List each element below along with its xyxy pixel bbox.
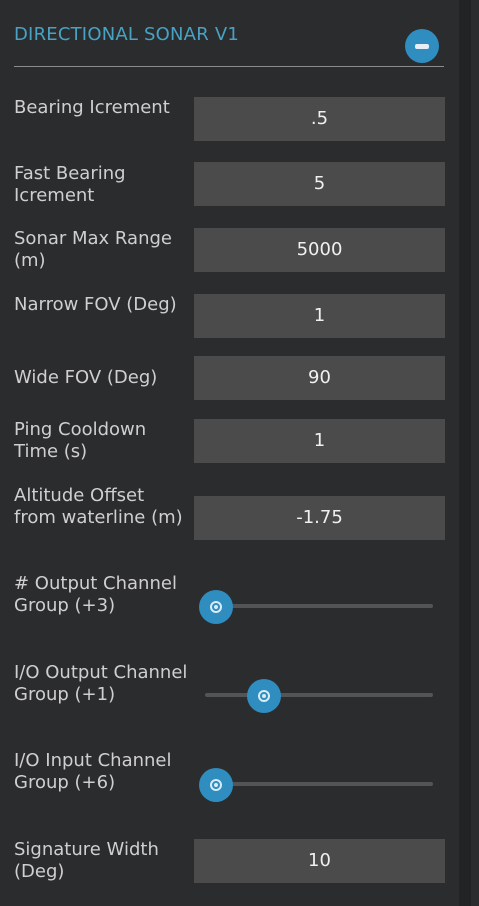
fast-bearing-increment-input[interactable]: 5 [194,162,445,206]
target-icon [210,779,222,791]
io-output-channel-group-slider[interactable] [194,673,445,717]
panel-title: DIRECTIONAL SONAR V1 [14,24,239,45]
narrow-fov-input[interactable]: 1 [194,294,445,338]
slider-label: I/O Input Channel Group (+6) [14,750,172,793]
sonar-settings-panel: DIRECTIONAL SONAR V1 Bearing Icrement .5… [0,0,479,906]
slider-track[interactable] [205,782,433,786]
scrollbar[interactable] [459,0,471,906]
field-label: Bearing Icrement [14,97,170,118]
slider-handle[interactable] [199,768,233,802]
bearing-increment-input[interactable]: .5 [194,97,445,141]
field-label: Altitude Offset from waterline (m) [14,485,183,528]
slider-handle[interactable] [199,590,233,624]
slider-label: I/O Output Channel Group (+1) [14,662,188,705]
sonar-max-range-input[interactable]: 5000 [194,228,445,272]
altitude-offset-input[interactable]: -1.75 [194,496,445,540]
wide-fov-input[interactable]: 90 [194,356,445,400]
minus-icon [415,43,429,49]
target-icon [210,601,222,613]
ping-cooldown-input[interactable]: 1 [194,419,445,463]
io-input-channel-group-slider[interactable] [194,762,445,806]
field-label: Signature Width (Deg) [14,839,159,882]
target-icon [258,690,270,702]
slider-label: # Output Channel Group (+3) [14,573,177,616]
collapse-button[interactable] [405,29,439,63]
field-label: Fast Bearing Icrement [14,163,126,206]
field-label: Ping Cooldown Time (s) [14,419,147,462]
panel-header: DIRECTIONAL SONAR V1 [14,20,444,67]
slider-handle[interactable] [247,679,281,713]
slider-track[interactable] [205,693,433,697]
slider-track[interactable] [205,604,433,608]
field-label: Sonar Max Range (m) [14,228,172,271]
signature-width-input[interactable]: 10 [194,839,445,883]
field-label: Narrow FOV (Deg) [14,294,177,315]
field-label: Wide FOV (Deg) [14,367,158,388]
output-channel-group-slider[interactable] [194,584,445,628]
